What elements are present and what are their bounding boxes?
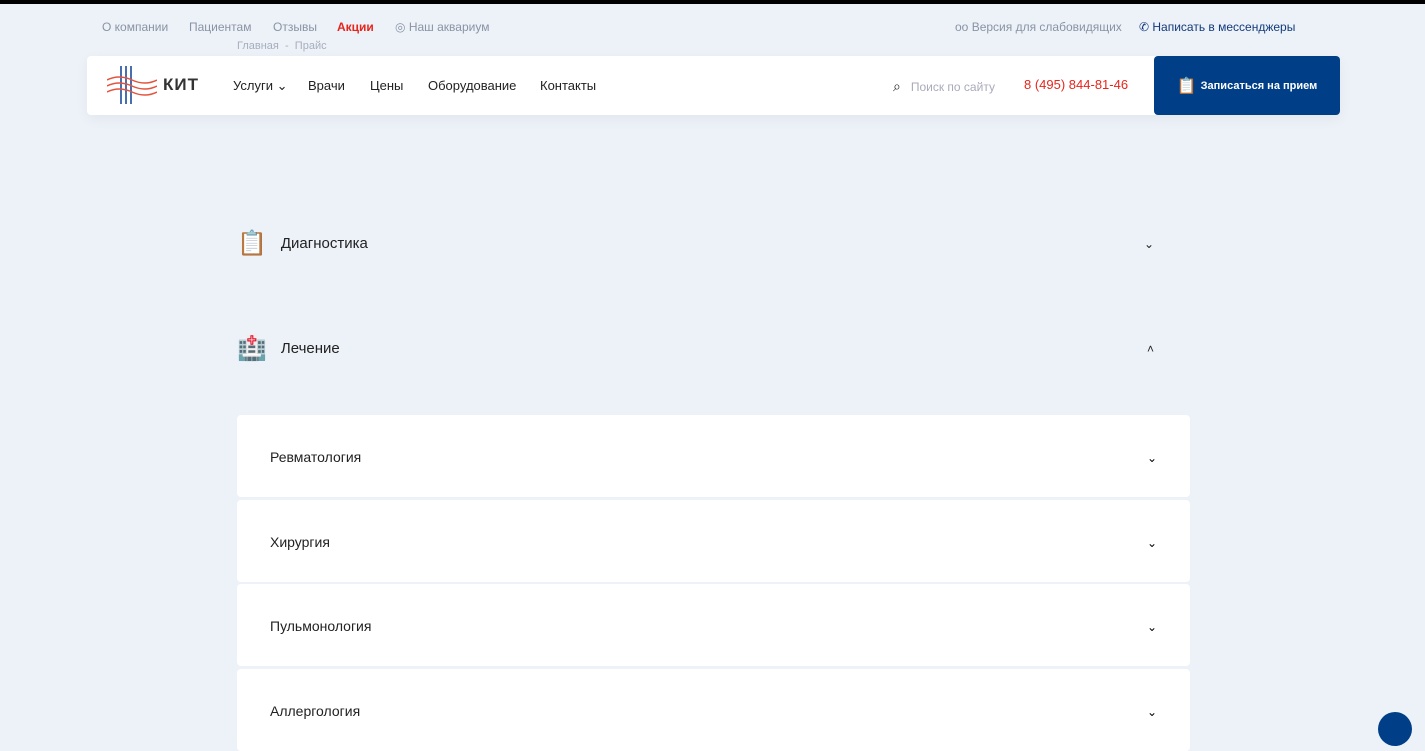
category-treatment[interactable]: 🏥 Лечение ˄ bbox=[237, 334, 1190, 363]
category-label: Лечение bbox=[280, 340, 340, 357]
nav-prices[interactable]: Цены bbox=[370, 78, 403, 93]
item-label: Аллергология bbox=[270, 703, 361, 719]
chevron-down-icon: ⌄ bbox=[1143, 236, 1154, 251]
chevron-down-icon: ⌄ bbox=[1146, 536, 1157, 550]
chevron-down-icon: ⌄ bbox=[1146, 705, 1157, 719]
whatsapp-icon: ✆ bbox=[1139, 20, 1153, 34]
hospital-icon: 🏥 bbox=[237, 335, 267, 362]
category-label: Диагностика bbox=[280, 235, 368, 252]
clipboard-icon: 📋 bbox=[237, 230, 267, 257]
link-messenger[interactable]: ✆ Написать в мессенджеры bbox=[1139, 20, 1295, 34]
clipboard-icon: 📋 bbox=[1176, 77, 1197, 95]
chevron-down-icon: ⌄ bbox=[1146, 451, 1157, 465]
breadcrumb-current: Прайс bbox=[294, 40, 327, 52]
link-promos[interactable]: Акции bbox=[337, 20, 374, 34]
nav-doctors[interactable]: Врачи bbox=[308, 78, 345, 93]
item-label: Ревматология bbox=[270, 449, 362, 465]
list-item[interactable]: Аллергология ⌄ bbox=[237, 669, 1190, 751]
logo-icon bbox=[107, 66, 157, 104]
fish-icon: ◎ bbox=[395, 20, 409, 34]
nav-label: Услуги bbox=[233, 78, 273, 93]
chevron-down-icon: ⌄ bbox=[276, 78, 288, 93]
link-about[interactable]: О компании bbox=[102, 20, 168, 34]
glasses-icon: oo bbox=[955, 20, 972, 34]
book-appointment-button[interactable]: 📋 Записаться на прием bbox=[1154, 56, 1340, 115]
item-label: Хирургия bbox=[270, 534, 330, 550]
nav-equipment[interactable]: Оборудование bbox=[428, 78, 516, 93]
breadcrumb: Главная - Прайс bbox=[237, 40, 327, 52]
list-item[interactable]: Пульмонология ⌄ bbox=[237, 584, 1190, 666]
chevron-down-icon: ⌄ bbox=[1146, 620, 1157, 634]
phone-link[interactable]: 8 (495) 844-81-46 bbox=[1024, 77, 1128, 92]
link-patients[interactable]: Пациентам bbox=[189, 20, 251, 34]
search-placeholder: Поиск по сайту bbox=[910, 79, 995, 94]
list-item[interactable]: Ревматология ⌄ bbox=[237, 415, 1190, 497]
header: КИТ Услуги ⌄ Врачи Цены Оборудование Кон… bbox=[87, 56, 1340, 115]
list-item[interactable]: Хирургия ⌄ bbox=[237, 500, 1190, 582]
link-reviews[interactable]: Отзывы bbox=[273, 20, 317, 34]
search-input[interactable]: ⌕ Поиск по сайту bbox=[893, 78, 995, 95]
logo[interactable]: КИТ bbox=[107, 66, 199, 104]
category-diagnostics[interactable]: 📋 Диагностика ⌄ bbox=[237, 229, 1190, 258]
logo-text: КИТ bbox=[163, 75, 199, 94]
search-icon: ⌕ bbox=[893, 78, 901, 94]
cta-label: Записаться на прием bbox=[1200, 79, 1318, 92]
link-accessibility[interactable]: oo Версия для слабовидящих bbox=[955, 20, 1122, 34]
breadcrumb-home[interactable]: Главная bbox=[237, 40, 279, 52]
link-aquarium[interactable]: ◎ Наш аквариум bbox=[395, 20, 489, 34]
breadcrumb-sep: - bbox=[285, 40, 289, 52]
nav-services[interactable]: Услуги ⌄ bbox=[233, 78, 288, 94]
chat-button[interactable] bbox=[1378, 712, 1412, 746]
item-label: Пульмонология bbox=[270, 618, 372, 634]
nav-contacts[interactable]: Контакты bbox=[540, 78, 596, 93]
chevron-up-icon: ˄ bbox=[1146, 341, 1154, 356]
